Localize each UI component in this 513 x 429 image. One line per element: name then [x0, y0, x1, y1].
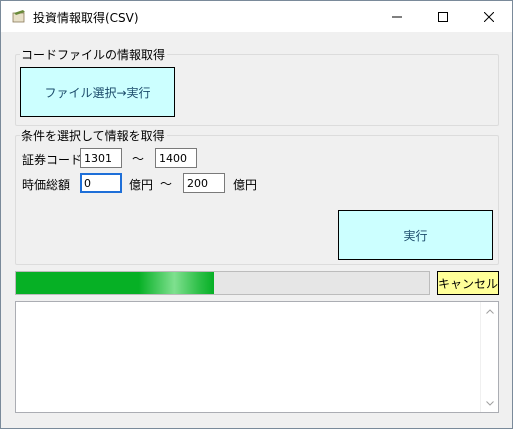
code-range-separator: 〜 — [132, 152, 145, 166]
securities-code-label: 証券コード — [22, 153, 83, 167]
market-cap-from-input[interactable] — [80, 173, 122, 193]
minimize-button[interactable] — [374, 1, 420, 32]
file-select-run-button[interactable]: ファイル選択→実行 — [20, 67, 175, 117]
code-from-input[interactable] — [80, 148, 122, 168]
cancel-button[interactable]: キャンセル — [437, 271, 499, 295]
progress-fill — [16, 272, 215, 294]
log-scrollbar[interactable] — [480, 302, 498, 412]
window-title: 投資情報取得(CSV) — [33, 11, 139, 25]
minimize-icon — [392, 16, 402, 17]
market-cap-label: 時価総額 — [22, 178, 71, 192]
market-cap-range-separator: 〜 — [160, 177, 173, 191]
maximize-button[interactable] — [420, 1, 466, 32]
scroll-down-button[interactable] — [481, 396, 498, 410]
main-window: 投資情報取得(CSV) コードファイルの情報取得 ファイル選択→実行 条件を選択… — [0, 0, 513, 429]
app-icon — [12, 10, 25, 23]
code-to-input[interactable] — [155, 148, 197, 168]
chevron-down-icon — [485, 400, 494, 406]
market-cap-unit-to: 億円 — [233, 178, 258, 192]
scroll-up-button[interactable] — [481, 304, 498, 318]
chevron-up-icon — [485, 308, 494, 314]
market-cap-to-input[interactable] — [183, 173, 225, 193]
market-cap-unit-from: 億円 — [129, 178, 154, 192]
condition-group-label: 条件を選択して情報を取得 — [20, 127, 167, 144]
progress-bar — [15, 271, 430, 295]
close-icon — [484, 11, 494, 22]
run-button[interactable]: 実行 — [338, 210, 493, 260]
log-textarea[interactable] — [15, 301, 499, 413]
close-button[interactable] — [466, 1, 512, 32]
code-file-group-label: コードファイルの情報取得 — [20, 46, 168, 63]
maximize-icon — [438, 11, 448, 22]
title-bar[interactable]: 投資情報取得(CSV) — [1, 1, 512, 32]
